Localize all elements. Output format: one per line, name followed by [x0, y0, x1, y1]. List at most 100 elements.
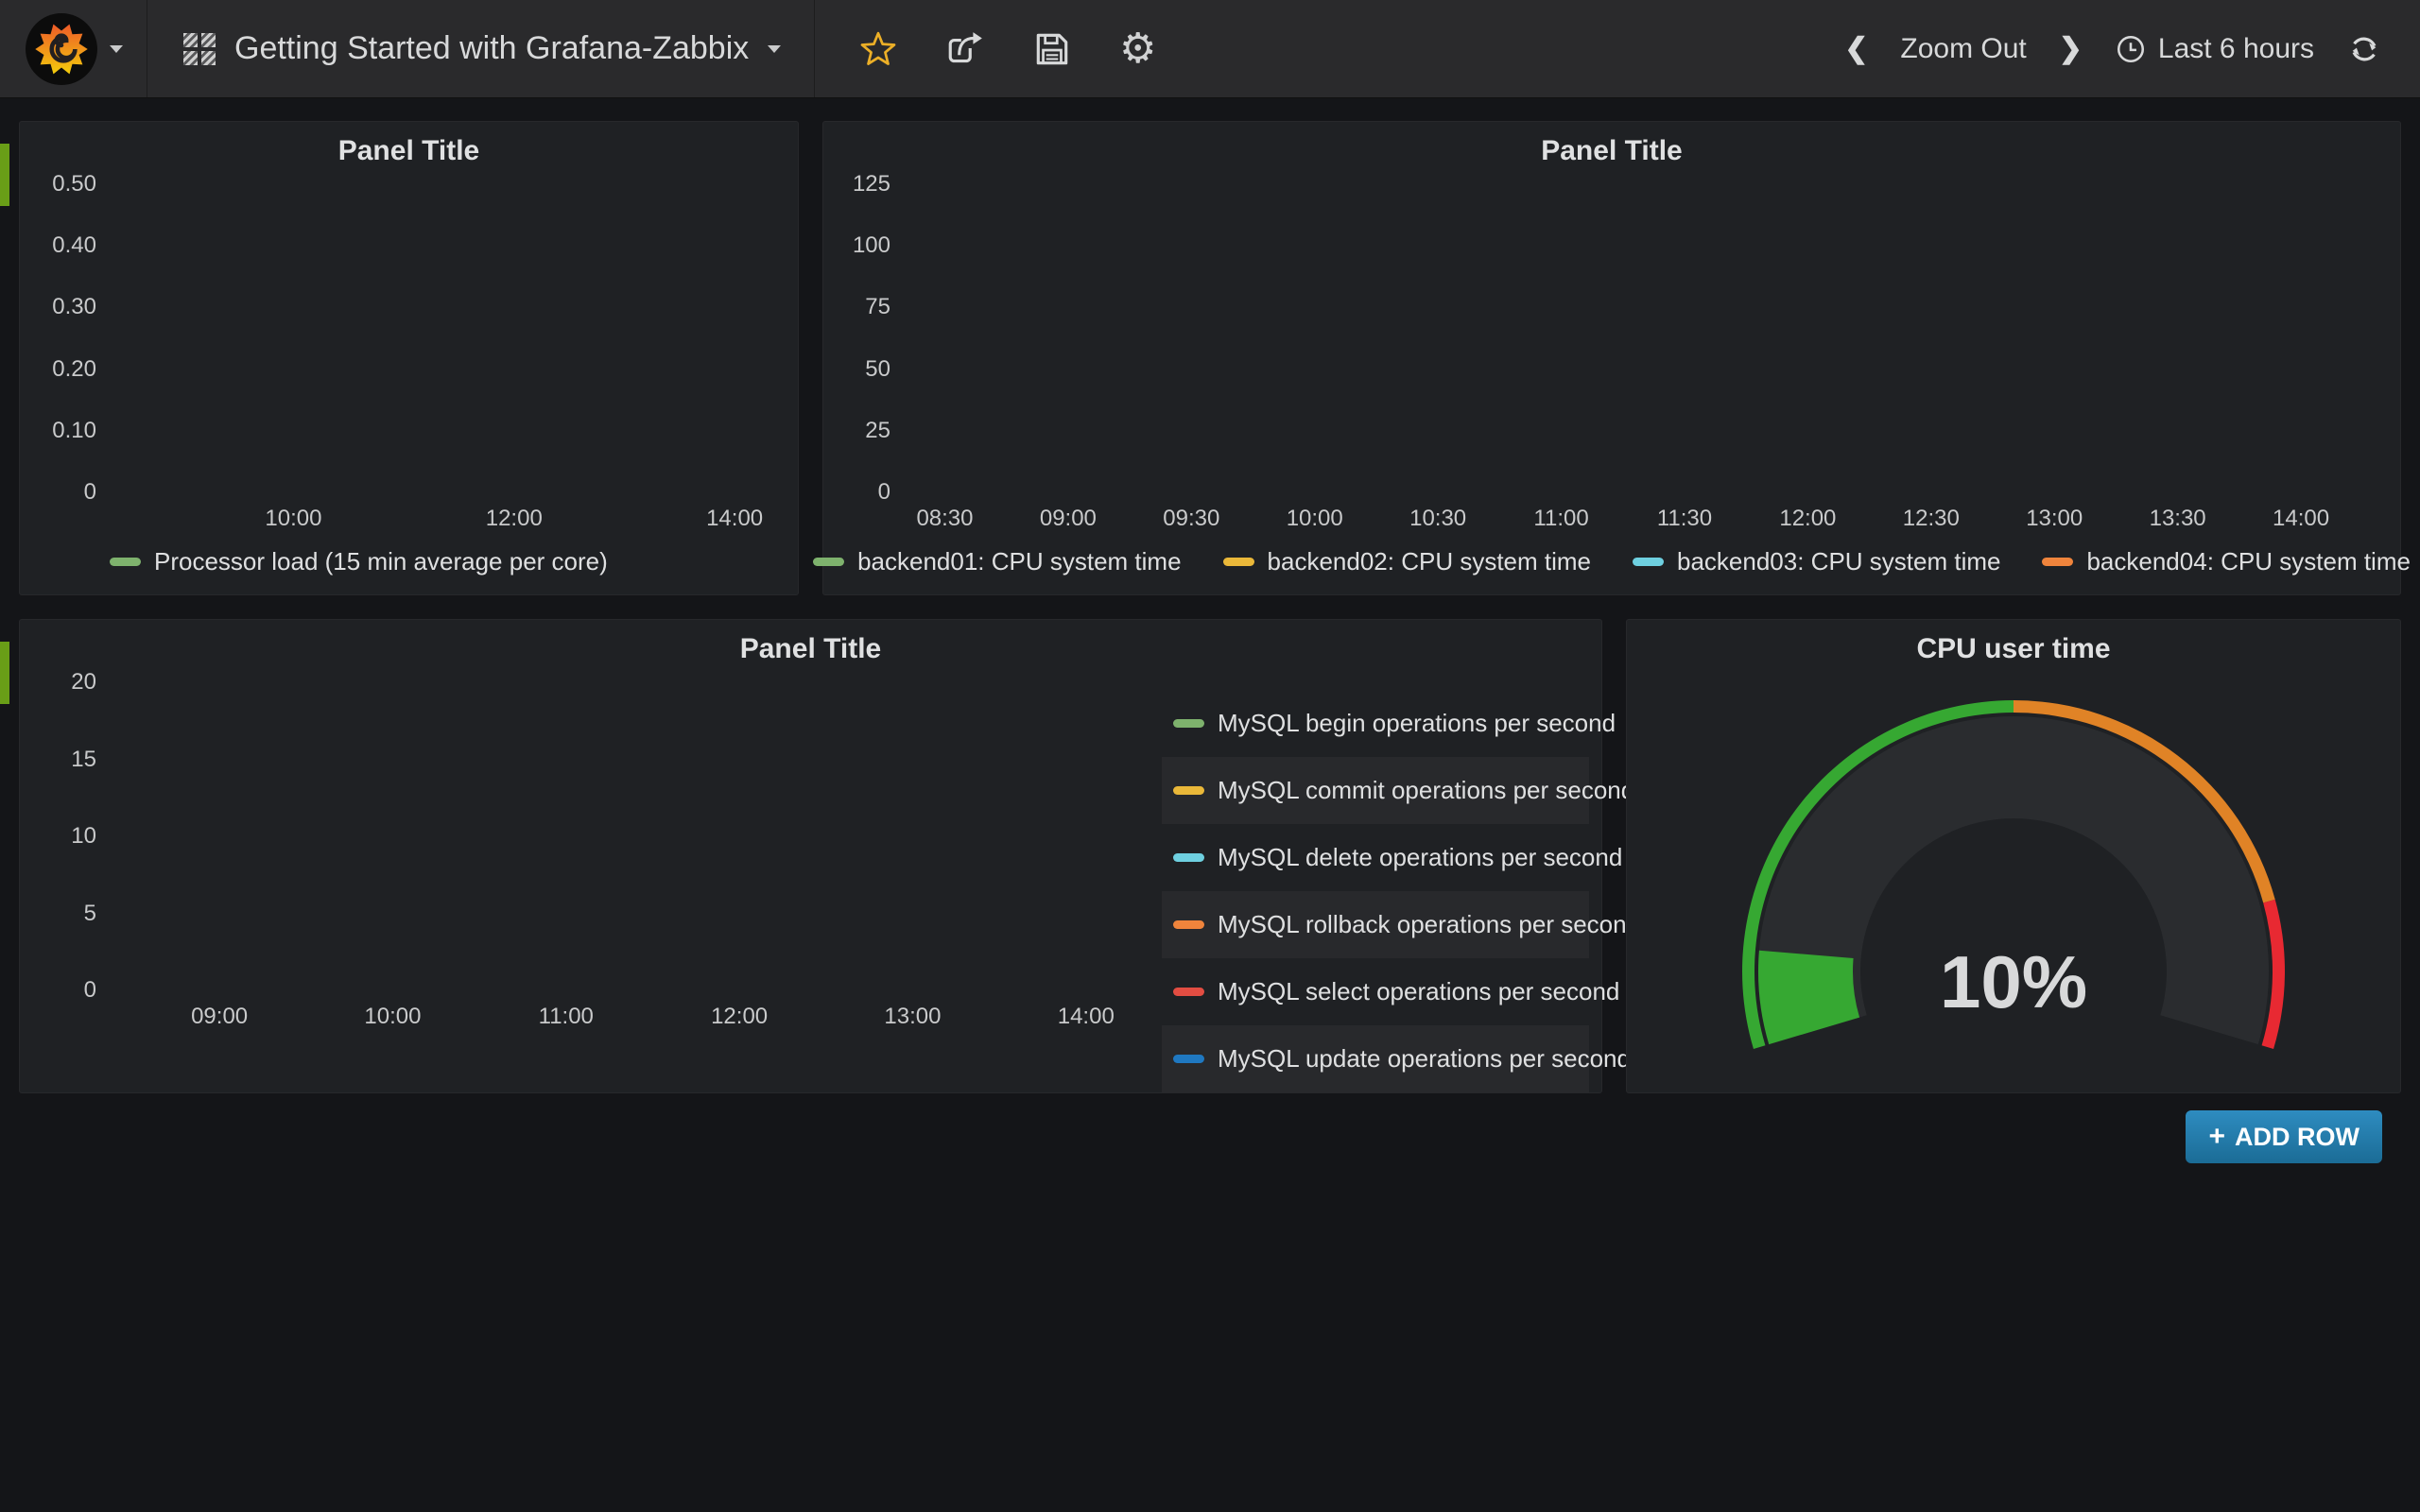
axis-tick-label: 10:00: [336, 1004, 449, 1030]
axis-tick-label: 5: [28, 901, 96, 927]
row-2-handle[interactable]: [0, 642, 9, 704]
add-row-area: + ADD ROW: [19, 1093, 2401, 1169]
legend-label: Processor load (15 min average per core): [154, 547, 608, 576]
logo-dropdown-caret-icon: [110, 45, 123, 53]
share-button[interactable]: [945, 26, 985, 73]
panel-legend: MySQL begin operations per second MySQL …: [1162, 690, 1589, 1092]
title-dropdown-caret-icon: [768, 45, 781, 53]
legend-swatch: [1633, 558, 1664, 566]
legend-swatch: [1223, 558, 1254, 566]
panel-title[interactable]: Panel Title: [20, 135, 798, 167]
gauge-value: 10%: [1627, 939, 2400, 1025]
panel-legend: Processor load (15 min average per core): [110, 547, 608, 576]
legend-label: backend03: CPU system time: [1677, 547, 2000, 576]
axis-tick-label: 0.30: [28, 294, 96, 320]
panel-title[interactable]: Panel Title: [20, 633, 1601, 665]
star-button[interactable]: [858, 26, 898, 73]
legend-item[interactable]: backend01: CPU system time: [813, 547, 1181, 576]
add-row-label: ADD ROW: [2235, 1123, 2360, 1152]
legend-item[interactable]: backend03: CPU system time: [1633, 547, 2000, 576]
clock-icon: [2115, 33, 2147, 65]
axis-tick-label: 11:00: [510, 1004, 623, 1030]
dashboard-grid-icon: [183, 33, 216, 65]
axis-tick-label: 09:00: [1011, 506, 1125, 532]
axis-tick-label: 09:00: [163, 1004, 276, 1030]
legend-item[interactable]: MySQL begin operations per second: [1162, 690, 1589, 757]
legend-swatch: [1173, 786, 1204, 795]
time-shift-back-button[interactable]: ❮: [1844, 26, 1868, 73]
dashboard-actions: ⚙: [815, 26, 1156, 73]
legend-label: backend02: CPU system time: [1268, 547, 1591, 576]
legend-label: MySQL begin operations per second: [1218, 709, 1616, 738]
axis-tick-label: 20: [28, 669, 96, 696]
axis-tick-label: 10:00: [236, 506, 350, 532]
legend-item[interactable]: MySQL update operations per second: [1162, 1025, 1589, 1092]
axis-tick-label: 0: [28, 479, 96, 506]
axis-tick-label: 08:30: [888, 506, 1001, 532]
legend-item[interactable]: Processor load (15 min average per core): [110, 547, 608, 576]
axis-tick-label: 13:30: [2121, 506, 2235, 532]
legend-item[interactable]: MySQL commit operations per second: [1162, 757, 1589, 824]
legend-swatch: [1173, 920, 1204, 929]
navbar: Getting Started with Grafana-Zabbix: [0, 0, 2420, 98]
legend-item[interactable]: MySQL rollback operations per second: [1162, 891, 1589, 958]
legend-swatch: [1173, 1055, 1204, 1063]
legend-swatch: [813, 558, 844, 566]
grafana-logo-menu[interactable]: [0, 0, 147, 97]
legend-item[interactable]: MySQL delete operations per second: [1162, 824, 1589, 891]
legend-swatch: [1173, 853, 1204, 862]
refresh-button[interactable]: [2346, 26, 2382, 73]
axis-tick-label: 50: [822, 356, 890, 383]
panel-cpu-system-time: Panel Title backend01: CPU system time b…: [822, 121, 2401, 595]
gear-icon: ⚙: [1119, 28, 1156, 70]
panel-cpu-user-time-gauge: CPU user time 10%: [1626, 619, 2401, 1093]
axis-tick-label: 11:00: [1505, 506, 1618, 532]
axis-tick-label: 13:00: [1997, 506, 2111, 532]
panel-title[interactable]: CPU user time: [1627, 633, 2400, 665]
dashboard-title-menu[interactable]: Getting Started with Grafana-Zabbix: [147, 0, 815, 97]
legend-item[interactable]: backend04: CPU system time: [2042, 547, 2410, 576]
panel-legend: backend01: CPU system time backend02: CP…: [823, 547, 2400, 576]
save-icon: [1032, 29, 1072, 69]
panel-processor-load: Panel Title Processor load (15 min avera…: [19, 121, 799, 595]
time-shift-forward-button[interactable]: ❯: [2059, 26, 2083, 73]
time-range-picker[interactable]: Last 6 hours: [2115, 26, 2314, 73]
time-range-label: Last 6 hours: [2158, 33, 2314, 65]
row-1-handle[interactable]: [0, 144, 9, 206]
plus-icon: +: [2208, 1121, 2225, 1153]
axis-tick-label: 125: [822, 171, 890, 198]
legend-label: MySQL select operations per second: [1218, 977, 1619, 1006]
save-button[interactable]: [1032, 26, 1072, 73]
axis-tick-label: 75: [822, 294, 890, 320]
axis-tick-label: 09:30: [1134, 506, 1248, 532]
axis-tick-label: 15: [28, 747, 96, 773]
axis-tick-label: 11:30: [1628, 506, 1741, 532]
axis-tick-label: 14:00: [678, 506, 791, 532]
zoom-out-button[interactable]: Zoom Out: [1900, 26, 2026, 73]
axis-tick-label: 0.20: [28, 356, 96, 383]
axis-tick-label: 12:30: [1875, 506, 1988, 532]
legend-item[interactable]: MySQL select operations per second: [1162, 958, 1589, 1025]
axis-tick-label: 12:00: [683, 1004, 796, 1030]
axis-tick-label: 14:00: [1029, 1004, 1143, 1030]
legend-label: backend04: CPU system time: [2086, 547, 2410, 576]
grafana-logo-icon: [25, 12, 98, 86]
legend-swatch: [110, 558, 141, 566]
axis-tick-label: 10: [28, 823, 96, 850]
refresh-icon: [2346, 31, 2382, 67]
add-row-button[interactable]: + ADD ROW: [2186, 1110, 2382, 1163]
legend-label: backend01: CPU system time: [857, 547, 1181, 576]
axis-tick-label: 0: [822, 479, 890, 506]
legend-swatch: [2042, 558, 2073, 566]
legend-swatch: [1173, 988, 1204, 996]
panel-mysql-operations: Panel Title MySQL begin operations per s…: [19, 619, 1602, 1093]
axis-tick-label: 0.40: [28, 232, 96, 259]
axis-tick-label: 10:00: [1258, 506, 1372, 532]
legend-label: MySQL update operations per second: [1218, 1044, 1631, 1074]
share-icon: [945, 29, 985, 69]
legend-label: MySQL commit operations per second: [1218, 776, 1634, 805]
panel-title[interactable]: Panel Title: [823, 135, 2400, 167]
axis-tick-label: 13:00: [856, 1004, 969, 1030]
settings-button[interactable]: ⚙: [1119, 26, 1156, 73]
legend-item[interactable]: backend02: CPU system time: [1223, 547, 1591, 576]
